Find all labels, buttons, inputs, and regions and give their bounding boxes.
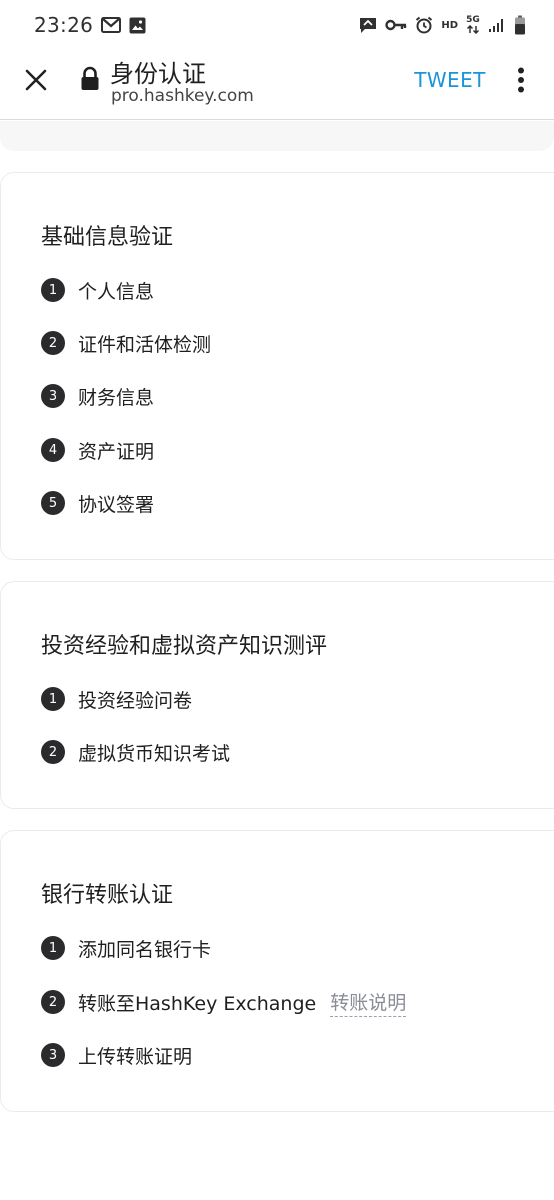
- more-vert-icon: [518, 67, 524, 93]
- step-label: 添加同名银行卡: [78, 938, 212, 961]
- step-investment-questionnaire[interactable]: 1 投资经验问卷: [41, 686, 192, 712]
- gmail-icon: [101, 17, 122, 33]
- step-label: 证件和活体检测: [78, 333, 212, 356]
- step-label: 虚拟货币知识考试: [78, 742, 231, 765]
- step-financial-info[interactable]: 3 财务信息: [41, 383, 154, 409]
- step-asset-proof[interactable]: 4 资产证明: [41, 437, 154, 463]
- step-label: 上传转账证明: [78, 1045, 193, 1068]
- step-transfer-to-exchange[interactable]: 2 转账至HashKey Exchange 转账说明: [41, 988, 407, 1017]
- step-number: 2: [41, 990, 65, 1014]
- network-label: 5G: [466, 15, 480, 25]
- step-label: 财务信息: [78, 386, 155, 409]
- step-number: 2: [41, 740, 65, 764]
- hd-icon: HD: [441, 19, 458, 31]
- section-bank-transfer: 银行转账认证 1 添加同名银行卡 2 转账至HashKey Exchange 转…: [0, 830, 554, 1112]
- step-id-liveness[interactable]: 2 证件和活体检测: [41, 330, 211, 356]
- step-crypto-knowledge-exam[interactable]: 2 虚拟货币知识考试: [41, 739, 230, 765]
- step-number: 3: [41, 1043, 65, 1067]
- step-number: 1: [41, 278, 65, 302]
- step-number: 4: [41, 438, 65, 462]
- step-personal-info[interactable]: 1 个人信息: [41, 277, 154, 303]
- browser-toolbar: 身份认证 pro.hashkey.com TWEET: [0, 50, 554, 120]
- signal-icon: [488, 17, 506, 33]
- close-icon: [25, 69, 47, 91]
- section-title: 基础信息验证: [41, 225, 174, 250]
- status-bar: 23:26 HD 5G: [0, 0, 554, 50]
- 5g-icon: 5G: [466, 16, 480, 34]
- page-title: 身份认证: [110, 60, 206, 88]
- section-title: 投资经验和虚拟资产知识测评: [41, 634, 328, 659]
- step-agreement-signing[interactable]: 5 协议签署: [41, 490, 154, 516]
- step-number: 2: [41, 331, 65, 355]
- step-label: 转账至HashKey Exchange: [78, 992, 317, 1015]
- step-number: 3: [41, 384, 65, 408]
- section-title: 银行转账认证: [41, 883, 174, 908]
- step-upload-transfer-proof[interactable]: 3 上传转账证明: [41, 1042, 192, 1068]
- step-label: 协议签署: [78, 493, 155, 516]
- step-number: 1: [41, 936, 65, 960]
- section-basic-info: 基础信息验证 1 个人信息 2 证件和活体检测 3 财务信息 4 资产证明 5 …: [0, 172, 554, 560]
- step-number: 5: [41, 491, 65, 515]
- step-label: 资产证明: [78, 440, 155, 463]
- message-icon: [359, 17, 377, 34]
- lock-icon: [81, 66, 99, 90]
- step-add-bank-card[interactable]: 1 添加同名银行卡: [41, 935, 211, 961]
- vpn-key-icon: [385, 19, 407, 31]
- battery-icon: [514, 15, 526, 35]
- step-label: 个人信息: [78, 280, 155, 303]
- more-options-button[interactable]: [504, 60, 538, 100]
- tweet-button[interactable]: TWEET: [400, 62, 500, 98]
- step-number: 1: [41, 687, 65, 711]
- previous-section-strip: [0, 121, 554, 151]
- close-button[interactable]: [14, 58, 58, 102]
- status-time: 23:26: [34, 13, 94, 37]
- transfer-instructions-link[interactable]: 转账说明: [330, 988, 407, 1017]
- alarm-icon: [415, 16, 433, 34]
- page-url[interactable]: pro.hashkey.com: [111, 86, 254, 106]
- section-investment-assessment: 投资经验和虚拟资产知识测评 1 投资经验问卷 2 虚拟货币知识考试: [0, 581, 554, 809]
- step-label: 投资经验问卷: [78, 689, 193, 712]
- image-icon: [129, 17, 146, 34]
